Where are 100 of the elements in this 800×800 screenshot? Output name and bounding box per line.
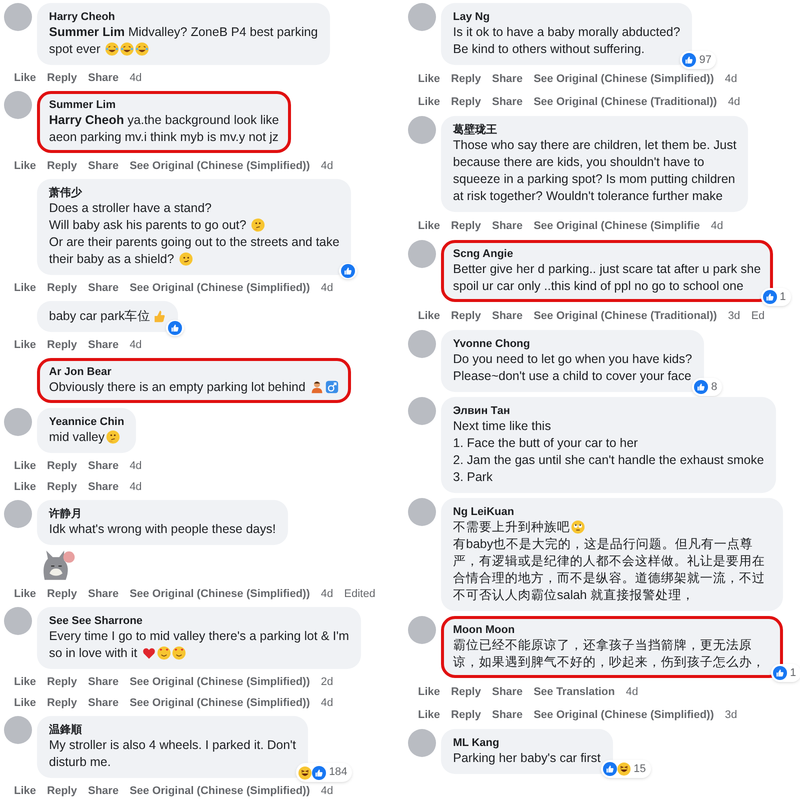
comment-text: mid valley (49, 430, 105, 444)
commenter-name[interactable]: Yeannice Chin (49, 415, 124, 430)
action-link[interactable]: Share (88, 458, 119, 474)
action-link[interactable]: Share (88, 479, 119, 496)
action-link[interactable]: See Original (Chinese (Simplified)) (130, 674, 310, 690)
reaction-badge[interactable]: 97 (680, 50, 716, 69)
action-link[interactable]: Like (14, 694, 36, 712)
comment-time: 3d (724, 708, 738, 723)
commenter-name[interactable]: Lay Ng (453, 10, 680, 24)
action-link[interactable]: Reply (47, 70, 77, 86)
action-link[interactable]: Share (88, 694, 119, 712)
comment-text: 霸位已经不能原谅了，还拿孩子当挡箭牌，更无法原谅，如果遇到脾气不好的，吵起来，伤到孩子怎么办， (453, 638, 765, 669)
action-link[interactable]: Reply (47, 458, 77, 474)
reaction-badge[interactable]: 15 (600, 760, 651, 778)
comment-text: Summer Lim Midvalley? ZoneB P4 best parking spot ever (49, 25, 318, 56)
action-link[interactable]: See Translation (534, 684, 615, 700)
reaction-badge[interactable]: 1 (760, 288, 791, 306)
action-link[interactable]: Like (14, 782, 36, 800)
commenter-name[interactable]: Summer Lim (49, 98, 279, 112)
action-link[interactable]: See Original (Chinese (Simplifie (534, 218, 700, 234)
action-link[interactable]: Share (88, 336, 119, 354)
comment-text: Next time like this 1. Face the butt of your car to her 2. Jam the gas until she can't handle the exhaust smoke 3. Park (453, 419, 764, 484)
action-link[interactable]: Like (14, 280, 36, 296)
comment-text: 不需要上升到种族吧 (453, 520, 570, 534)
action-link[interactable]: See Original (Chinese (Traditional)) (534, 94, 717, 110)
comment-text: Every time I go to mid valley there's a parking lot & I'm so in love with it (49, 628, 350, 660)
action-link[interactable]: Share (492, 70, 523, 88)
comment-time: 4d (320, 158, 334, 174)
action-link[interactable]: See Original (Chinese (Traditional)) (534, 308, 717, 324)
comment-time: 4d (130, 70, 142, 86)
comment-time: 4d (626, 684, 638, 700)
action-link[interactable]: Like (418, 94, 440, 110)
commenter-name[interactable]: See See Sharrone (49, 614, 350, 628)
reaction-count: 97 (698, 52, 712, 68)
reaction-badge[interactable]: 1 (771, 664, 800, 682)
action-link[interactable]: Reply (451, 70, 481, 88)
action-link[interactable]: See Original (Chinese (Simplified)) (130, 158, 310, 174)
action-link[interactable]: See Original (Chinese (Simplified)) (534, 70, 714, 88)
action-link[interactable]: Like (14, 70, 36, 86)
commenter-name[interactable]: Элвин Тан (453, 404, 764, 418)
action-link[interactable]: See Original (Chinese (Simplified)) (130, 782, 310, 800)
commenter-name[interactable]: ML Kang (453, 736, 601, 750)
reaction-count: 15 (632, 762, 647, 776)
action-link[interactable]: Reply (47, 158, 77, 174)
action-link[interactable]: Share (492, 684, 523, 700)
action-link[interactable]: Reply (47, 336, 77, 354)
reaction-badge[interactable]: 8 (692, 378, 722, 396)
action-link[interactable]: Like (14, 674, 36, 690)
action-link[interactable]: Like (418, 218, 440, 234)
commenter-name[interactable]: Ar Jon Bear (49, 365, 339, 380)
action-link[interactable]: Reply (47, 782, 77, 800)
comment-time: 4d (130, 458, 142, 474)
action-link[interactable]: Reply (451, 308, 481, 324)
action-link[interactable]: See Original (Chinese (Simplified)) (130, 586, 310, 602)
commenter-name[interactable]: Yvonne Chong (453, 337, 692, 351)
action-link[interactable]: Share (88, 586, 119, 602)
action-link[interactable]: Like (418, 308, 440, 324)
commenter-name[interactable]: Harry Cheoh (49, 10, 318, 24)
action-link[interactable]: Like (14, 336, 36, 354)
action-link[interactable]: Share (492, 308, 523, 324)
reaction-badge[interactable]: 184 (296, 763, 352, 782)
action-link[interactable]: Reply (47, 280, 77, 296)
comment-time: 4d (130, 338, 142, 353)
commenter-name[interactable]: 萧伟少 (49, 186, 340, 200)
comment-time: 4d (728, 94, 740, 110)
action-link[interactable]: Share (88, 70, 119, 86)
commenter-name[interactable]: 许静月 (49, 507, 276, 522)
comment-text: Obviously there is an empty parking lot behind (49, 380, 306, 394)
action-link[interactable]: Reply (47, 674, 77, 690)
action-link[interactable]: Like (418, 706, 440, 724)
action-link[interactable]: Like (14, 458, 36, 474)
action-link[interactable]: Like (14, 158, 36, 174)
action-link[interactable]: Share (492, 94, 523, 110)
action-link[interactable]: Reply (47, 479, 77, 496)
action-link[interactable]: Like (418, 70, 440, 88)
action-link[interactable]: Share (492, 218, 523, 234)
action-link[interactable]: Reply (451, 218, 481, 234)
action-link[interactable]: Reply (47, 586, 77, 602)
commenter-name[interactable]: Scng Angie (453, 247, 761, 261)
action-link[interactable]: Reply (47, 694, 77, 712)
action-link[interactable]: Share (88, 674, 119, 690)
commenter-name[interactable]: 葛壁珑王 (453, 123, 736, 137)
action-link[interactable]: Like (14, 586, 36, 602)
action-link[interactable]: Share (88, 158, 119, 174)
commenter-name[interactable]: 温鋒順 (49, 722, 296, 737)
action-link[interactable]: See Original (Chinese (Simplified)) (130, 694, 310, 712)
action-link[interactable]: Reply (451, 684, 481, 700)
action-link[interactable]: Like (14, 479, 36, 496)
action-link[interactable]: Share (88, 782, 119, 800)
action-link[interactable]: Reply (451, 706, 481, 724)
action-link[interactable]: Share (88, 280, 119, 296)
action-link[interactable]: See Original (Chinese (Simplified)) (534, 706, 714, 724)
comment-time: 4d (724, 72, 738, 87)
action-link[interactable]: Share (492, 706, 523, 724)
action-link[interactable]: Like (418, 684, 440, 700)
reaction-count: 8 (710, 380, 718, 394)
action-link[interactable]: Reply (451, 94, 481, 110)
commenter-name[interactable]: Moon Moon (453, 623, 771, 637)
commenter-name[interactable]: Ng LeiKuan (453, 505, 771, 519)
action-link[interactable]: See Original (Chinese (Simplified)) (130, 280, 310, 296)
